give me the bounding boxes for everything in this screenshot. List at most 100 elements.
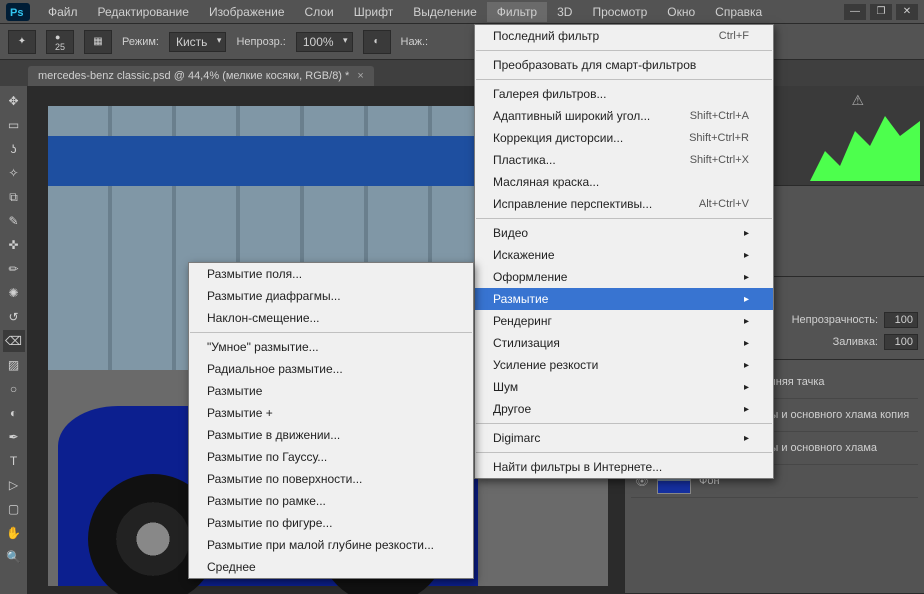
mi-shape-blur[interactable]: Размытие по фигуре... — [189, 512, 473, 534]
mi-lens-blur[interactable]: Размытие при малой глубине резкости... — [189, 534, 473, 556]
filter-dropdown: Последний фильтрCtrl+F Преобразовать для… — [474, 24, 774, 479]
hand-tool[interactable]: ✋ — [3, 522, 25, 544]
brush-tool[interactable]: ✏ — [3, 258, 25, 280]
document-tab-bar: mercedes-benz classic.psd @ 44,4% (мелки… — [0, 60, 924, 86]
ps-logo-icon: Ps — [6, 3, 30, 21]
svg-text:Ps: Ps — [10, 7, 23, 19]
layer-opacity-label: Непрозрачность: — [792, 314, 878, 326]
document-tab[interactable]: mercedes-benz classic.psd @ 44,4% (мелки… — [28, 66, 374, 86]
mi-filter-gallery[interactable]: Галерея фильтров... — [475, 83, 773, 105]
mi-tilt-shift[interactable]: Наклон-смещение... — [189, 307, 473, 329]
menu-separator — [476, 79, 772, 80]
menu-separator — [476, 50, 772, 51]
healing-brush-tool[interactable]: ✜ — [3, 234, 25, 256]
pressure-opacity-icon[interactable]: ◐ — [363, 30, 391, 54]
menu-separator — [190, 332, 472, 333]
mi-liquify[interactable]: Пластика...Shift+Ctrl+X — [475, 149, 773, 171]
close-tab-icon[interactable]: × — [357, 70, 363, 82]
window-controls: — ❐ ✕ — [844, 4, 918, 20]
menu-help[interactable]: Справка — [705, 2, 772, 22]
mi-adaptive-wide[interactable]: Адаптивный широкий угол...Shift+Ctrl+A — [475, 105, 773, 127]
menu-separator — [476, 423, 772, 424]
mi-convert-smart[interactable]: Преобразовать для смарт-фильтров — [475, 54, 773, 76]
close-button[interactable]: ✕ — [896, 4, 918, 20]
menu-layers[interactable]: Слои — [295, 2, 344, 22]
minimize-button[interactable]: — — [844, 4, 866, 20]
menu-separator — [476, 218, 772, 219]
mi-surface-blur[interactable]: Размытие по поверхности... — [189, 468, 473, 490]
path-select-tool[interactable]: ▷ — [3, 474, 25, 496]
menu-view[interactable]: Просмотр — [582, 2, 657, 22]
menu-type[interactable]: Шрифт — [344, 2, 403, 22]
mi-gaussian-blur[interactable]: Размытие по Гауссу... — [189, 446, 473, 468]
mi-lens-correction[interactable]: Коррекция дисторсии...Shift+Ctrl+R — [475, 127, 773, 149]
mi-video[interactable]: Видео — [475, 222, 773, 244]
mode-label: Режим: — [122, 36, 159, 48]
mi-sharpen[interactable]: Усиление резкости — [475, 354, 773, 376]
crop-tool[interactable]: ⧉ — [3, 186, 25, 208]
mi-digimarc[interactable]: Digimarc — [475, 427, 773, 449]
mi-box-blur[interactable]: Размытие по рамке... — [189, 490, 473, 512]
eraser-tool[interactable]: ⌫ — [3, 330, 25, 352]
menu-window[interactable]: Окно — [657, 2, 705, 22]
type-tool[interactable]: T — [3, 450, 25, 472]
history-brush-tool[interactable]: ↺ — [3, 306, 25, 328]
mi-browse-filters[interactable]: Найти фильтры в Интернете... — [475, 456, 773, 478]
opacity-select[interactable]: 100% — [296, 32, 353, 52]
menu-edit[interactable]: Редактирование — [88, 2, 199, 22]
shape-tool[interactable]: ▢ — [3, 498, 25, 520]
options-bar: ✦ ●25 ▦ Режим: Кисть Непрозр.: 100% ◐ На… — [0, 24, 924, 60]
layer-fill-label: Заливка: — [833, 336, 878, 348]
mi-blur[interactable]: Размытие — [475, 288, 773, 310]
mode-select[interactable]: Кисть — [169, 32, 226, 52]
menu-separator — [476, 452, 772, 453]
clone-stamp-tool[interactable]: ✺ — [3, 282, 25, 304]
mi-stylize[interactable]: Стилизация — [475, 332, 773, 354]
document-tab-title: mercedes-benz classic.psd @ 44,4% (мелки… — [38, 70, 349, 82]
menubar: Ps Файл Редактирование Изображение Слои … — [0, 0, 924, 24]
warning-icon[interactable]: ⚠ — [851, 92, 864, 109]
mi-blur-basic[interactable]: Размытие — [189, 380, 473, 402]
mi-iris-blur[interactable]: Размытие диафрагмы... — [189, 285, 473, 307]
lasso-tool[interactable]: ʖ — [3, 138, 25, 160]
magic-wand-tool[interactable]: ✧ — [3, 162, 25, 184]
gradient-tool[interactable]: ▨ — [3, 354, 25, 376]
marquee-tool[interactable]: ▭ — [3, 114, 25, 136]
menu-select[interactable]: Выделение — [403, 2, 487, 22]
menu-3d[interactable]: 3D — [547, 2, 582, 22]
flow-label: Наж.: — [401, 36, 429, 48]
mi-motion-blur[interactable]: Размытие в движении... — [189, 424, 473, 446]
histogram-icon — [810, 111, 920, 181]
eyedropper-tool[interactable]: ✎ — [3, 210, 25, 232]
dodge-tool[interactable]: ◐ — [3, 402, 25, 424]
mi-last-filter[interactable]: Последний фильтрCtrl+F — [475, 25, 773, 47]
tool-preset-icon[interactable]: ✦ — [8, 30, 36, 54]
opacity-label: Непрозр.: — [236, 36, 285, 48]
move-tool[interactable]: ✥ — [3, 90, 25, 112]
brush-panel-icon[interactable]: ▦ — [84, 30, 112, 54]
menu-filter[interactable]: Фильтр — [487, 2, 547, 22]
mi-average[interactable]: Среднее — [189, 556, 473, 578]
zoom-tool[interactable]: 🔍 — [3, 546, 25, 568]
layer-fill-value[interactable]: 100 — [884, 334, 918, 350]
pen-tool[interactable]: ✒ — [3, 426, 25, 448]
mi-smart-blur[interactable]: "Умное" размытие... — [189, 336, 473, 358]
mi-radial-blur[interactable]: Радиальное размытие... — [189, 358, 473, 380]
tools-panel: ✥ ▭ ʖ ✧ ⧉ ✎ ✜ ✏ ✺ ↺ ⌫ ▨ ○ ◐ ✒ T ▷ ▢ ✋ 🔍 — [0, 86, 28, 594]
mi-oil-paint[interactable]: Масляная краска... — [475, 171, 773, 193]
mi-vanishing-point[interactable]: Исправление перспективы...Alt+Ctrl+V — [475, 193, 773, 215]
mi-distort[interactable]: Искажение — [475, 244, 773, 266]
layer-opacity-value[interactable]: 100 — [884, 312, 918, 328]
mi-render[interactable]: Рендеринг — [475, 310, 773, 332]
mi-field-blur[interactable]: Размытие поля... — [189, 263, 473, 285]
menu-file[interactable]: Файл — [38, 2, 88, 22]
blur-submenu: Размытие поля... Размытие диафрагмы... Н… — [188, 262, 474, 579]
restore-button[interactable]: ❐ — [870, 4, 892, 20]
mi-blur-more[interactable]: Размытие + — [189, 402, 473, 424]
menu-image[interactable]: Изображение — [199, 2, 295, 22]
mi-noise[interactable]: Шум — [475, 376, 773, 398]
mi-other[interactable]: Другое — [475, 398, 773, 420]
brush-preset-picker[interactable]: ●25 — [46, 30, 74, 54]
mi-pixelate[interactable]: Оформление — [475, 266, 773, 288]
blur-tool[interactable]: ○ — [3, 378, 25, 400]
